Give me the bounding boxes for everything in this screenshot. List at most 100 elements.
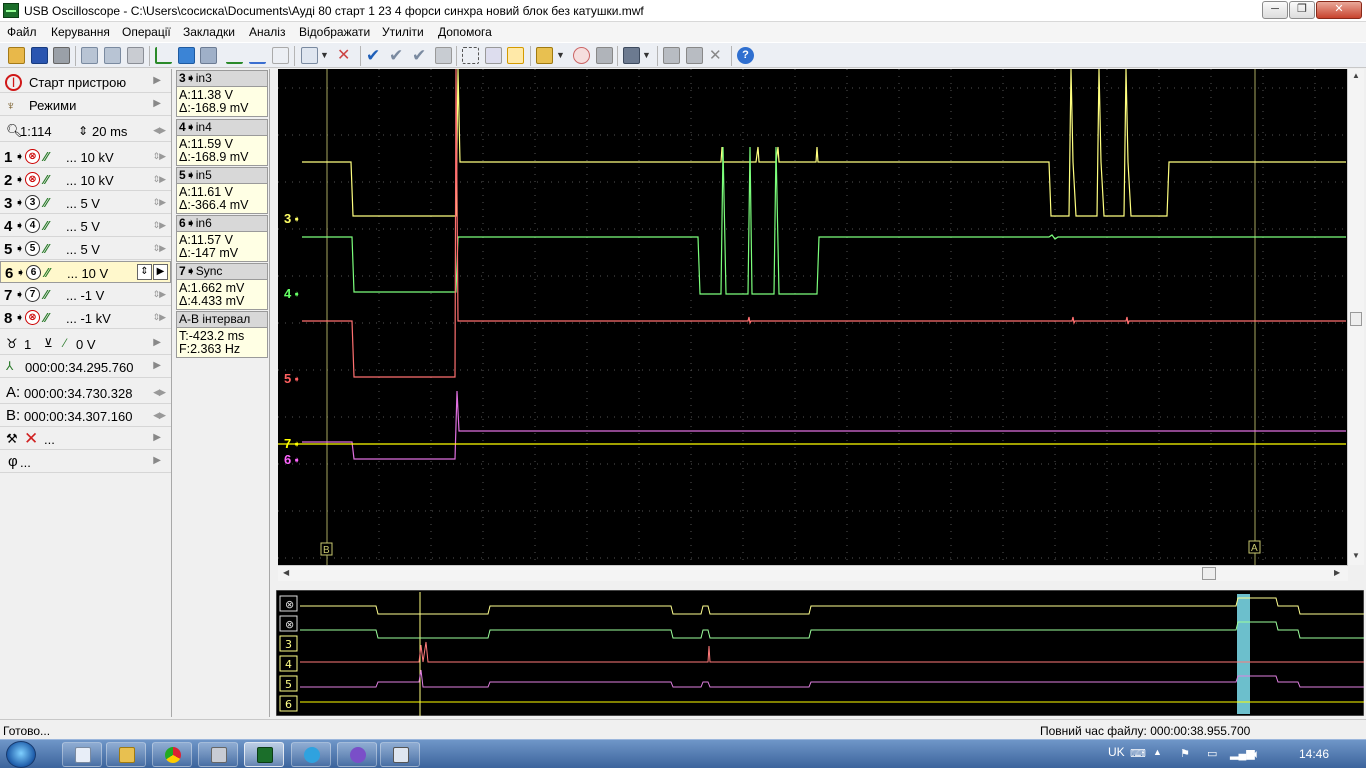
scroll-down-icon[interactable]: ▼ bbox=[1352, 551, 1360, 560]
zoom-timebase-row[interactable]: 🔍︎ 1:114 ⇕ 20 ms ◀▶ bbox=[0, 120, 171, 142]
scroll-left-icon[interactable]: ◀ bbox=[283, 568, 289, 577]
channel-row-3[interactable]: 3 ➧ 3 ∕∕ ... 5 V ⇕▶ bbox=[0, 192, 171, 214]
chevron-down-icon[interactable]: ▼ bbox=[642, 47, 652, 64]
menu-view[interactable]: Відображати bbox=[299, 25, 370, 39]
channel-row-4[interactable]: 4 ➧ 4 ∕∕ ... 5 V ⇕▶ bbox=[0, 215, 171, 237]
channel-coupling-icon[interactable]: ∕∕ bbox=[44, 149, 48, 164]
play-record-icon[interactable] bbox=[573, 47, 590, 64]
stepper-arrows-icon[interactable]: ⇕▶ bbox=[153, 197, 167, 208]
cursor-a-row[interactable]: A: 000:00:34.730.328 ◀▶ bbox=[0, 382, 171, 404]
taskbar-chrome[interactable] bbox=[152, 742, 192, 767]
scroll-right-icon[interactable]: ▶ bbox=[1334, 568, 1340, 577]
waveform-icon[interactable] bbox=[226, 47, 243, 64]
channel-row-1[interactable]: 1 ➧ ⊗ ∕∕ ... 10 kV ⇕▶ bbox=[0, 146, 171, 168]
measurement-header-in5[interactable]: 5➧in5 bbox=[176, 167, 268, 184]
taskbar-folder[interactable] bbox=[106, 742, 146, 767]
scope-horizontal-scrollbar[interactable]: ◀ ▶ bbox=[278, 565, 1348, 581]
transform-icon[interactable] bbox=[200, 47, 217, 64]
help-icon[interactable]: ? bbox=[737, 47, 754, 64]
chevron-down-icon[interactable]: ▼ bbox=[556, 47, 566, 64]
maximize-button[interactable]: ❐ bbox=[1289, 1, 1315, 19]
channel-expand-icon[interactable]: ▶ bbox=[153, 264, 168, 280]
taskbar-oscilloscope[interactable] bbox=[244, 742, 284, 767]
modes-row[interactable]: ♆ Режими ▶ bbox=[0, 94, 171, 116]
minimize-button[interactable]: ─ bbox=[1262, 1, 1288, 19]
clear-icon[interactable]: ✕ bbox=[709, 47, 726, 64]
waveform-compare-icon[interactable] bbox=[249, 47, 266, 64]
channel-row-6[interactable]: 6 ➧ 6 ∕∕ ... 10 V ⇕ ▶ bbox=[0, 261, 171, 283]
stepper-arrows-icon[interactable]: ◀▶ bbox=[153, 387, 166, 398]
channel-disabled-icon[interactable]: ⊗ bbox=[25, 149, 40, 164]
taskbar-calculator[interactable] bbox=[198, 742, 238, 767]
channel-disabled-icon[interactable]: ⊗ bbox=[25, 172, 40, 187]
signal-icon[interactable]: ▂▄▆ bbox=[1230, 747, 1255, 760]
marker-icon[interactable] bbox=[155, 47, 172, 64]
channel-stepper-up-icon[interactable]: ⇕ bbox=[137, 264, 152, 280]
taskbar-window-switcher[interactable] bbox=[380, 742, 420, 767]
stepper-arrows-icon[interactable]: ◀▶ bbox=[153, 125, 166, 136]
channel-coupling-icon[interactable]: ∕∕ bbox=[44, 310, 48, 325]
channel-coupling-icon[interactable]: ∕∕ bbox=[44, 287, 48, 302]
filter-row[interactable]: ⚒ ✕ ... ▶ bbox=[0, 428, 171, 450]
stop-icon[interactable] bbox=[596, 47, 613, 64]
open-file-icon[interactable] bbox=[8, 47, 25, 64]
close-button[interactable]: ✕ bbox=[1316, 1, 1362, 19]
channel-enabled-icon[interactable]: 3 bbox=[25, 195, 40, 210]
channel-coupling-icon[interactable]: ∕∕ bbox=[44, 195, 48, 210]
measurement-header-in3[interactable]: 3➧in3 bbox=[176, 70, 268, 87]
scope-vertical-scrollbar[interactable]: ▲ ▼ bbox=[1347, 69, 1364, 565]
channel-enabled-icon[interactable]: 5 bbox=[25, 241, 40, 256]
channel-coupling-icon[interactable]: ∕∕ bbox=[44, 172, 48, 187]
trigger-row[interactable]: ♉ 1 ⊻ ⁄ 0 V ▶ bbox=[0, 333, 171, 355]
import-icon[interactable] bbox=[686, 47, 703, 64]
undo-icon[interactable] bbox=[272, 47, 289, 64]
channel-row-8[interactable]: 8 ➧ ⊗ ∕∕ ... -1 kV ⇕▶ bbox=[0, 307, 171, 329]
start-device-row[interactable]: | Старт пристрою ▶ bbox=[0, 71, 171, 93]
checkmark-all-icon[interactable]: ✔ bbox=[412, 47, 429, 64]
stepper-arrows-icon[interactable]: ⇕▶ bbox=[153, 312, 167, 323]
trigger-time-row[interactable]: ⅄ 000:00:34.295.760 ▶ bbox=[0, 356, 171, 378]
stepper-arrows-icon[interactable]: ⇕▶ bbox=[153, 289, 167, 300]
menu-operations[interactable]: Операції bbox=[122, 25, 171, 39]
volume-icon[interactable]: 🔈︎ bbox=[1253, 747, 1260, 762]
paste-icon[interactable] bbox=[104, 47, 121, 64]
checkmark-icon[interactable]: ✔ bbox=[366, 47, 383, 64]
taskbar-viber[interactable] bbox=[337, 742, 377, 767]
channel-row-5[interactable]: 5 ➧ 5 ∕∕ ... 5 V ⇕▶ bbox=[0, 238, 171, 260]
stepper-arrows-icon[interactable]: ⇕▶ bbox=[153, 220, 167, 231]
channel-coupling-icon[interactable]: ∕∕ bbox=[45, 265, 49, 280]
channel-enabled-icon[interactable]: 7 bbox=[25, 287, 40, 302]
windows-start-button[interactable] bbox=[6, 741, 36, 768]
taskbar-telegram[interactable] bbox=[291, 742, 331, 767]
stepper-arrows-icon[interactable]: ⇕▶ bbox=[153, 174, 167, 185]
measurement-header-ab-interval[interactable]: A-B інтервал bbox=[176, 311, 268, 328]
stepper-arrows-icon[interactable]: ⇕▶ bbox=[153, 151, 167, 162]
channel-coupling-icon[interactable]: ∕∕ bbox=[44, 218, 48, 233]
network-icon[interactable]: ▭ bbox=[1207, 747, 1217, 760]
chevron-down-icon[interactable]: ▼ bbox=[320, 47, 330, 64]
menu-bookmarks[interactable]: Закладки bbox=[183, 25, 235, 39]
channel-enabled-icon[interactable]: 6 bbox=[26, 265, 41, 280]
cursor-b-row[interactable]: B: 000:00:34.307.160 ◀▶ bbox=[0, 405, 171, 427]
zoom-area-icon[interactable] bbox=[178, 47, 195, 64]
print-icon[interactable] bbox=[53, 47, 70, 64]
scope-vertical-scroll-thumb[interactable] bbox=[1350, 312, 1362, 326]
measurement-header-sync[interactable]: 7➧Sync bbox=[176, 263, 268, 280]
menu-analysis[interactable]: Аналіз bbox=[249, 25, 285, 39]
wave-dropdown-icon[interactable] bbox=[301, 47, 318, 64]
keyboard-icon[interactable]: ⌨ bbox=[1130, 747, 1146, 760]
delete-icon[interactable] bbox=[127, 47, 144, 64]
menu-control[interactable]: Керування bbox=[51, 25, 110, 39]
measurement-header-in4[interactable]: 4➧in4 bbox=[176, 119, 268, 136]
scope-horizontal-scroll-thumb[interactable] bbox=[1202, 567, 1216, 580]
action-center-flag-icon[interactable]: ⚑ bbox=[1180, 747, 1190, 760]
channel-row-7[interactable]: 7 ➧ 7 ∕∕ ... -1 V ⇕▶ bbox=[0, 284, 171, 306]
scroll-up-icon[interactable]: ▲ bbox=[1352, 71, 1360, 80]
channel-disabled-icon[interactable]: ⊗ bbox=[25, 310, 40, 325]
marker-folder-icon[interactable] bbox=[536, 47, 553, 64]
sync-active-icon[interactable] bbox=[507, 47, 524, 64]
channel-row-2[interactable]: 2 ➧ ⊗ ∕∕ ... 10 kV ⇕▶ bbox=[0, 169, 171, 191]
document-icon[interactable] bbox=[435, 47, 452, 64]
oscilloscope-screen[interactable]: B A 3 ➧ 4 ➧ 5 ➧ 7 ➧ 6 ➧ bbox=[276, 69, 1348, 565]
stepper-arrows-icon[interactable]: ◀▶ bbox=[153, 410, 166, 421]
